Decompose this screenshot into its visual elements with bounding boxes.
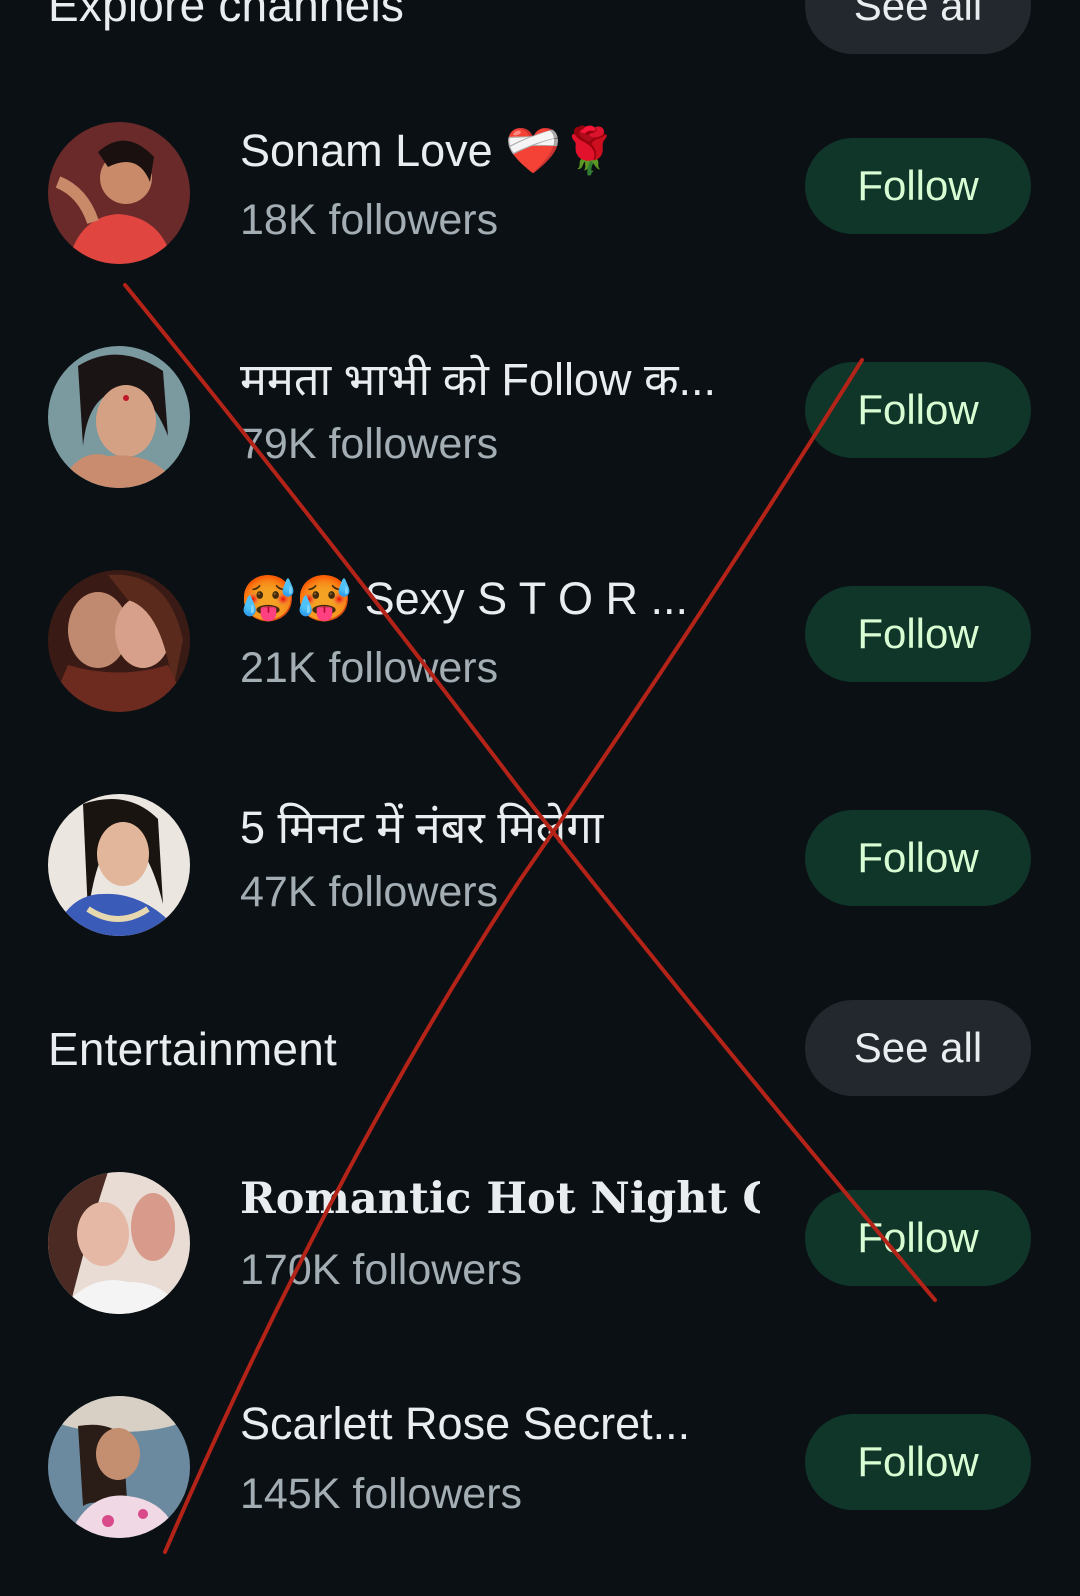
explore-channels-header: Explore channels See all [0, 0, 1080, 54]
channel-followers: 21K followers [240, 644, 499, 692]
follow-button[interactable]: Follow [805, 138, 1031, 234]
channel-followers: 47K followers [240, 868, 499, 916]
channel-avatar [48, 1396, 190, 1538]
section-title-explore: Explore channels [48, 0, 405, 31]
channel-name: Romantic Hot Night C... [240, 1174, 760, 1224]
entertainment-header: Entertainment See all [0, 1000, 1080, 1100]
section-title-entertainment: Entertainment [48, 1023, 337, 1075]
channel-row[interactable]: 5 मिनट में नंबर मिलेगा 47K followers Fol… [0, 794, 1080, 944]
channel-name: Scarlett Rose Secret... [240, 1398, 691, 1449]
channel-row[interactable]: Romantic Hot Night C... 170K followers F… [0, 1172, 1080, 1322]
channel-row[interactable]: Sonam Love ❤️‍🩹🌹 18K followers Follow [0, 122, 1080, 272]
follow-button[interactable]: Follow [805, 810, 1031, 906]
follow-button[interactable]: Follow [805, 362, 1031, 458]
channel-row[interactable]: Scarlett Rose Secret... 145K followers F… [0, 1396, 1080, 1546]
channel-avatar [48, 570, 190, 712]
see-all-explore-button[interactable]: See all [805, 0, 1031, 54]
channel-name: 5 मिनट में नंबर मिलेगा [240, 802, 604, 853]
channel-name: 🥵🥵 Sexy S T O R ... [240, 573, 689, 624]
channel-followers: 18K followers [240, 196, 499, 244]
follow-button[interactable]: Follow [805, 1414, 1031, 1510]
see-all-entertainment-button[interactable]: See all [805, 1000, 1031, 1096]
channel-followers: 145K followers [240, 1470, 523, 1518]
channel-avatar [48, 122, 190, 264]
follow-button[interactable]: Follow [805, 1190, 1031, 1286]
channel-followers: 79K followers [240, 420, 499, 468]
channel-row[interactable]: 🥵🥵 Sexy S T O R ... 21K followers Follow [0, 570, 1080, 720]
cross-stroke-up [163, 358, 864, 1554]
channel-name: Sonam Love ❤️‍🩹🌹 [240, 125, 618, 176]
channel-followers: 170K followers [240, 1246, 523, 1294]
channel-name: ममता भाभी को Follow क... [240, 354, 717, 405]
channel-row[interactable]: ममता भाभी को Follow क... 79K followers F… [0, 346, 1080, 496]
channel-avatar [48, 346, 190, 488]
channel-avatar [48, 794, 190, 936]
follow-button[interactable]: Follow [805, 586, 1031, 682]
channel-avatar [48, 1172, 190, 1314]
